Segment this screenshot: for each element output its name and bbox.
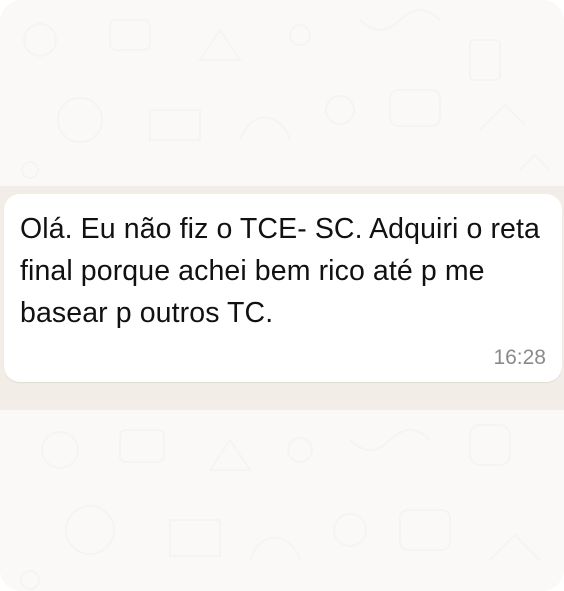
wallpaper-fade-top: [0, 0, 564, 186]
message-timestamp: 16:28: [493, 346, 546, 369]
wallpaper-fade-bottom: [0, 410, 564, 591]
message-bubble[interactable]: Olá. Eu não fiz o TCE- SC. Adquiri o ret…: [4, 194, 562, 382]
message-text: Olá. Eu não fiz o TCE- SC. Adquiri o ret…: [20, 213, 540, 329]
chat-area: Olá. Eu não fiz o TCE- SC. Adquiri o ret…: [0, 0, 564, 591]
